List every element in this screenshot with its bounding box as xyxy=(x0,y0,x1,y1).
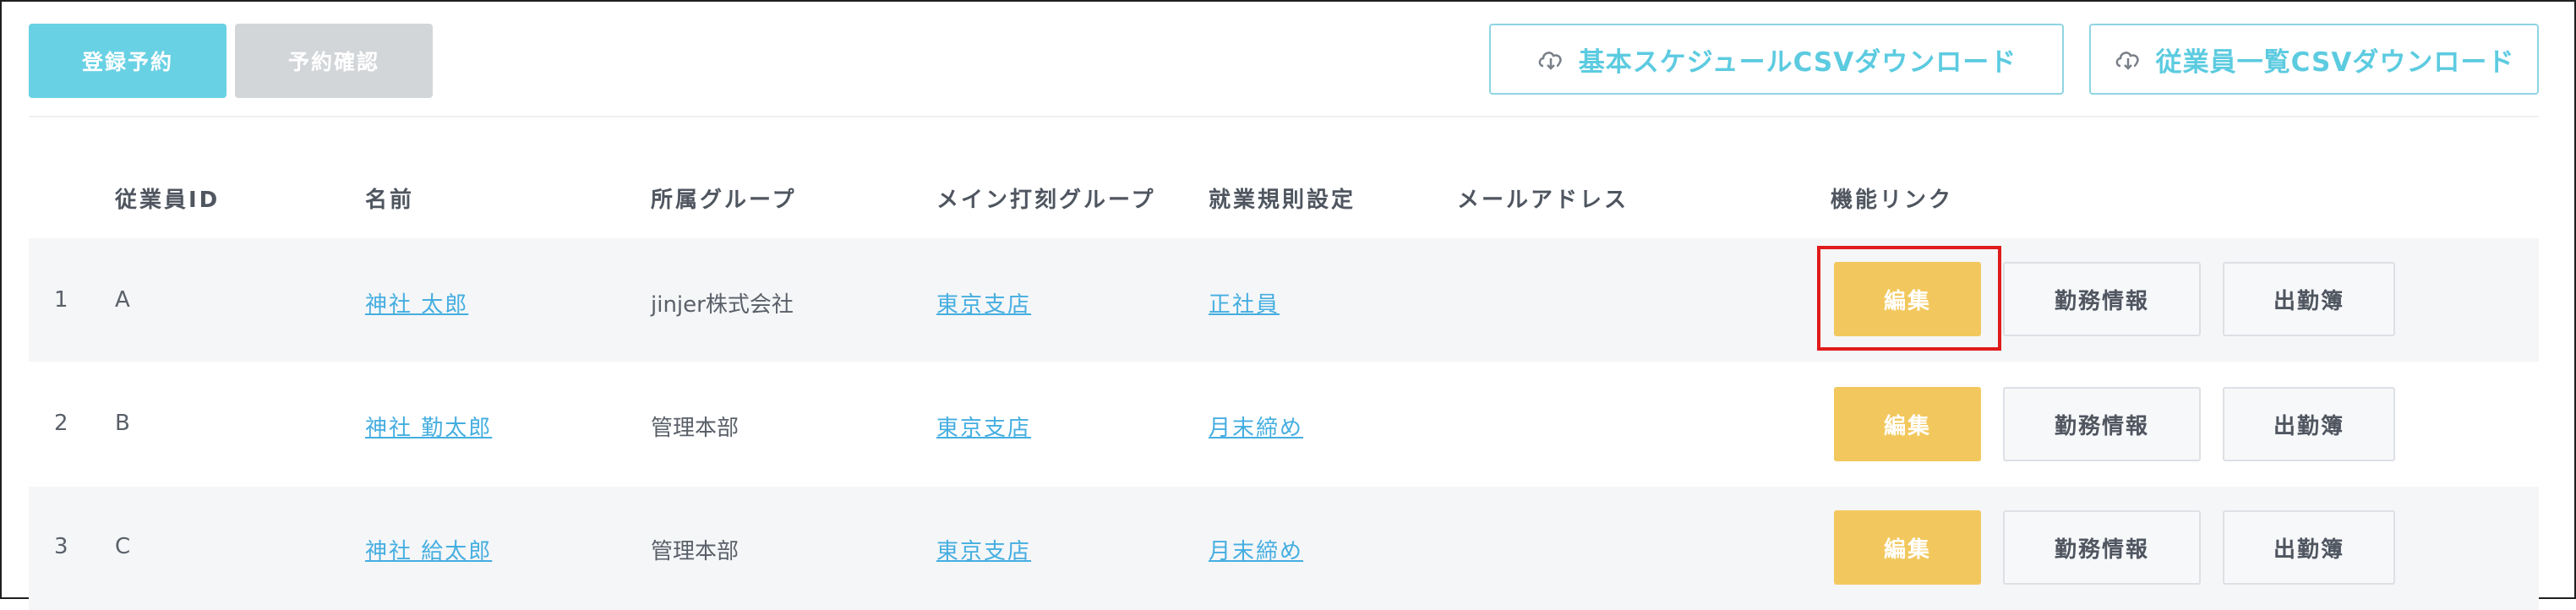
employee-csv-download-label: 従業員一覧CSVダウンロード xyxy=(2155,46,2515,78)
work-info-button[interactable]: 勤務情報 xyxy=(2003,262,2201,336)
employee-group: 管理本部 xyxy=(651,416,740,441)
work-info-button[interactable]: 勤務情報 xyxy=(2003,387,2201,461)
main-group-link[interactable]: 東京支店 xyxy=(936,287,1031,319)
register-reservation-button[interactable]: 登録予約 xyxy=(29,24,226,98)
rule-link[interactable]: 正社員 xyxy=(1209,287,1280,319)
employee-id: B xyxy=(115,411,130,436)
main-group-link[interactable]: 東京支店 xyxy=(936,411,1031,442)
header-group: 所属グループ xyxy=(651,188,797,213)
rule-link[interactable]: 月末締め xyxy=(1209,534,1303,565)
employee-list-panel: 登録予約 予約確認 基本スケジュールCSVダウンロード 従業員一覧CSVダウンロ… xyxy=(0,0,2576,610)
employee-group: jinjer株式会社 xyxy=(651,292,794,318)
header-employee-id: 従業員ID xyxy=(115,188,221,213)
header-name: 名前 xyxy=(365,188,415,213)
cloud-download-icon xyxy=(1538,52,1562,70)
header-rule: 就業規則設定 xyxy=(1209,188,1356,213)
header-email: メールアドレス xyxy=(1457,188,1629,213)
edit-button[interactable]: 編集 xyxy=(1834,387,1981,461)
employee-name-link[interactable]: 神社 勤太郎 xyxy=(365,411,492,442)
employee-name-link[interactable]: 神社 給太郎 xyxy=(365,534,492,565)
edit-button-highlight xyxy=(1817,246,2001,351)
cloud-download-icon xyxy=(2115,52,2139,70)
attendance-book-button[interactable]: 出勤簿 xyxy=(2223,387,2395,461)
attendance-book-button[interactable]: 出勤簿 xyxy=(2223,510,2395,585)
employee-id: C xyxy=(115,534,131,559)
edit-button[interactable]: 編集 xyxy=(1834,510,1981,585)
attendance-book-button[interactable]: 出勤簿 xyxy=(2223,262,2395,336)
toolbar-divider xyxy=(29,116,2539,117)
employee-group: 管理本部 xyxy=(651,539,740,564)
rule-link[interactable]: 月末締め xyxy=(1209,411,1303,442)
reservation-confirm-button[interactable]: 予約確認 xyxy=(235,24,433,98)
work-info-button[interactable]: 勤務情報 xyxy=(2003,510,2201,585)
row-number: 2 xyxy=(54,411,68,436)
employee-name-link[interactable]: 神社 太郎 xyxy=(365,287,468,319)
row-number: 1 xyxy=(54,287,68,313)
employee-id: A xyxy=(115,287,130,313)
schedule-csv-download-label: 基本スケジュールCSVダウンロード xyxy=(1578,46,2017,78)
header-main-group: メイン打刻グループ xyxy=(936,188,1156,213)
header-links: 機能リンク xyxy=(1831,188,1954,213)
row-number: 3 xyxy=(54,534,68,559)
main-group-link[interactable]: 東京支店 xyxy=(936,534,1031,565)
schedule-csv-download-button[interactable]: 基本スケジュールCSVダウンロード xyxy=(1489,24,2064,95)
employee-csv-download-button[interactable]: 従業員一覧CSVダウンロード xyxy=(2089,24,2539,95)
